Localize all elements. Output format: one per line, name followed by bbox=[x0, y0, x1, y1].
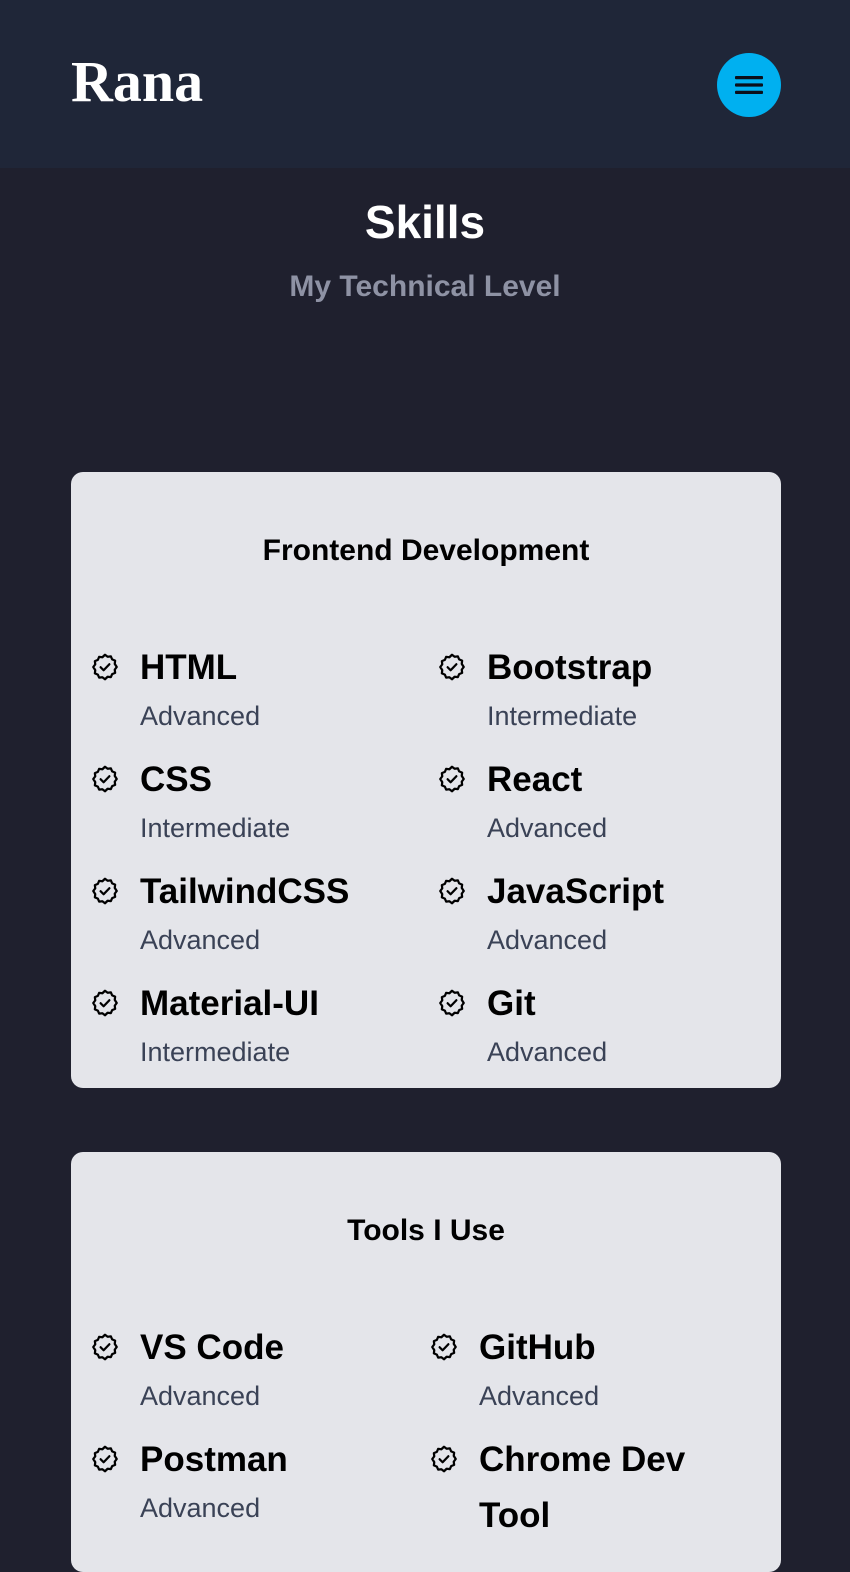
hamburger-menu-icon bbox=[735, 76, 763, 94]
skill-name: Git bbox=[487, 984, 536, 1023]
badge-check-icon bbox=[92, 653, 118, 681]
skill-level: Advanced bbox=[140, 701, 261, 731]
badge-check-icon bbox=[92, 1445, 118, 1473]
skill-name: JavaScript bbox=[487, 872, 665, 911]
badge-check-icon bbox=[439, 989, 465, 1017]
skill-level: Intermediate bbox=[140, 1037, 291, 1067]
card-title: Tools I Use bbox=[347, 1214, 505, 1247]
skill-name: CSS bbox=[140, 760, 212, 799]
menu-button[interactable] bbox=[717, 53, 781, 117]
skill-name: VS Code bbox=[140, 1328, 284, 1367]
skill-name: GitHub bbox=[479, 1328, 596, 1367]
skill-level: Advanced bbox=[487, 813, 608, 843]
frontend-skills-card: Frontend Development HTML Advanced Boots… bbox=[71, 472, 781, 1088]
skill-name: Chrome Dev Tool bbox=[479, 1440, 686, 1535]
section-subtitle: My Technical Level bbox=[289, 270, 561, 303]
badge-check-icon bbox=[92, 877, 118, 905]
badge-check-icon bbox=[439, 877, 465, 905]
skill-level: Advanced bbox=[140, 925, 261, 955]
logo[interactable]: Rana bbox=[71, 47, 203, 117]
section-title: Skills bbox=[364, 196, 486, 248]
skill-name: HTML bbox=[140, 648, 238, 687]
skill-name: React bbox=[487, 760, 583, 799]
badge-check-icon bbox=[92, 765, 118, 793]
skill-level: Advanced bbox=[140, 1493, 261, 1523]
card-title: Frontend Development bbox=[262, 534, 590, 567]
skill-level: Advanced bbox=[487, 1037, 608, 1067]
badge-check-icon bbox=[439, 653, 465, 681]
badge-check-icon bbox=[431, 1333, 457, 1361]
skill-level: Advanced bbox=[140, 1381, 261, 1411]
tools-card: Tools I Use VS Code Advanced GitHub Adva… bbox=[71, 1152, 781, 1572]
site-header: Rana bbox=[0, 0, 850, 168]
skill-name: Material-UI bbox=[140, 984, 319, 1023]
skill-name: Postman bbox=[140, 1440, 288, 1479]
skill-level: Intermediate bbox=[140, 813, 291, 843]
skill-level: Intermediate bbox=[487, 701, 638, 731]
badge-check-icon bbox=[439, 765, 465, 793]
badge-check-icon bbox=[431, 1445, 457, 1473]
badge-check-icon bbox=[92, 1333, 118, 1361]
skill-level: Advanced bbox=[487, 925, 608, 955]
badge-check-icon bbox=[92, 989, 118, 1017]
skill-name: TailwindCSS bbox=[140, 872, 350, 911]
skill-name: Bootstrap bbox=[487, 648, 653, 687]
skill-level: Advanced bbox=[479, 1381, 600, 1411]
